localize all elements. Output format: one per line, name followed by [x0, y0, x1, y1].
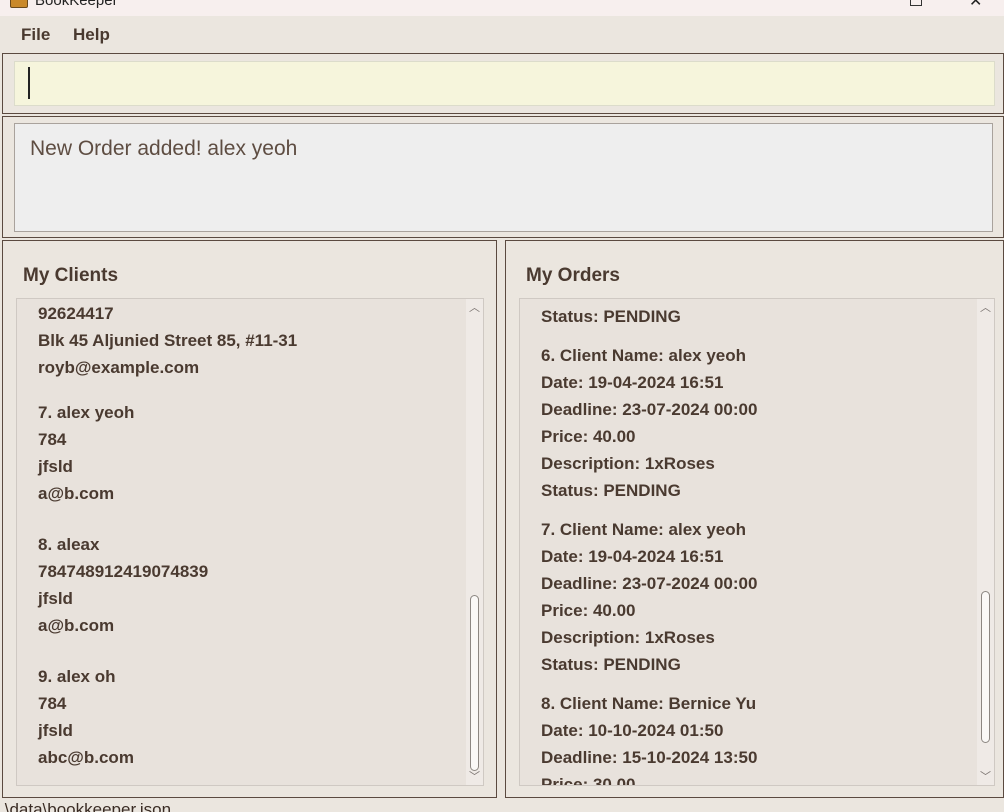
- client-email: a@b.com: [38, 616, 115, 635]
- order-card[interactable]: Status: PENDING: [541, 303, 757, 330]
- orders-panel-title: My Orders: [526, 265, 620, 286]
- client-phone: 784: [38, 430, 67, 449]
- order-deadline: Deadline: 15-10-2024 13:50: [541, 748, 758, 767]
- menu-help[interactable]: Help: [73, 25, 110, 45]
- client-card[interactable]: 9. alex oh 784 jfsld abc@b.com: [38, 663, 297, 771]
- client-list-content: 92624417 Blk 45 Aljunied Street 85, #11-…: [38, 300, 297, 771]
- text-caret: [28, 67, 30, 99]
- book-icon: [10, 0, 28, 8]
- scroll-thumb[interactable]: [470, 595, 479, 771]
- client-phone: 784: [38, 694, 67, 713]
- order-deadline: Deadline: 23-07-2024 00:00: [541, 574, 758, 593]
- client-card[interactable]: 7. alex yeoh 784 jfsld a@b.com: [38, 399, 297, 507]
- client-list-scrollbar[interactable]: ︿ ﹀: [466, 299, 483, 785]
- command-box: [2, 53, 1004, 114]
- result-message: New Order added! alex yeoh: [30, 137, 298, 160]
- client-card[interactable]: 92624417 Blk 45 Aljunied Street 85, #11-…: [38, 300, 297, 381]
- client-phone: 92624417: [38, 304, 114, 323]
- window-title: BookKeeper: [35, 0, 118, 9]
- order-client-name: 6. Client Name: alex yeoh: [541, 346, 747, 365]
- result-text-area[interactable]: New Order added! alex yeoh: [14, 123, 993, 232]
- order-client-name: 7. Client Name: alex yeoh: [541, 520, 747, 539]
- order-date: Date: 19-04-2024 16:51: [541, 547, 724, 566]
- chevron-up-icon[interactable]: ︿: [469, 302, 480, 313]
- order-list-content: Status: PENDING 6. Client Name: alex yeo…: [541, 303, 758, 786]
- command-input[interactable]: [14, 61, 995, 106]
- client-list[interactable]: 92624417 Blk 45 Aljunied Street 85, #11-…: [16, 298, 484, 786]
- status-bar: .\data\bookkeeper.json: [0, 798, 1004, 812]
- client-address: jfsld: [38, 721, 73, 740]
- client-email: royb@example.com: [38, 358, 200, 377]
- client-email: a@b.com: [38, 484, 115, 503]
- order-date: Date: 10-10-2024 01:50: [541, 721, 724, 740]
- order-price: Price: 40.00: [541, 601, 636, 620]
- client-card[interactable]: 8. aleax 784748912419074839 jfsld a@b.co…: [38, 531, 297, 639]
- order-card[interactable]: 8. Client Name: Bernice Yu Date: 10-10-2…: [541, 690, 758, 786]
- order-description: Description: 1xRoses: [541, 454, 715, 473]
- menu-bar: File Help: [0, 16, 1004, 53]
- order-date: Date: 19-04-2024 16:51: [541, 373, 724, 392]
- title-bar: BookKeeper ✕: [0, 0, 1004, 16]
- chevron-up-icon[interactable]: ︿: [980, 302, 991, 313]
- scroll-thumb[interactable]: [981, 591, 990, 743]
- order-deadline: Deadline: 23-07-2024 00:00: [541, 400, 758, 419]
- client-address: jfsld: [38, 589, 73, 608]
- order-card[interactable]: 7. Client Name: alex yeoh Date: 19-04-20…: [541, 516, 757, 678]
- client-email: abc@b.com: [38, 748, 134, 767]
- clients-panel: My Clients 92624417 Blk 45 Aljunied Stre…: [2, 240, 497, 798]
- order-price: Price: 40.00: [541, 427, 636, 446]
- order-status: Status: PENDING: [541, 307, 681, 326]
- data-file-path: .\data\bookkeeper.json: [0, 800, 172, 812]
- order-list[interactable]: Status: PENDING 6. Client Name: alex yeo…: [519, 298, 995, 786]
- order-card[interactable]: 6. Client Name: alex yeoh Date: 19-04-20…: [541, 342, 757, 504]
- orders-panel: My Orders Status: PENDING 6. Client Name…: [505, 240, 1004, 798]
- clients-panel-title: My Clients: [23, 265, 119, 286]
- menu-file[interactable]: File: [21, 25, 50, 45]
- client-address: Blk 45 Aljunied Street 85, #11-31: [38, 331, 298, 350]
- client-name: 8. aleax: [38, 535, 100, 554]
- order-price: Price: 30.00: [541, 775, 636, 786]
- client-name: 7. alex yeoh: [38, 403, 135, 422]
- client-name: 9. alex oh: [38, 667, 116, 686]
- order-client-name: 8. Client Name: Bernice Yu: [541, 694, 757, 713]
- chevron-down-icon[interactable]: ﹀: [469, 771, 480, 782]
- client-phone: 784748912419074839: [38, 562, 209, 581]
- client-address: jfsld: [38, 457, 73, 476]
- order-description: Description: 1xRoses: [541, 628, 715, 647]
- order-status: Status: PENDING: [541, 481, 681, 500]
- close-icon[interactable]: ✕: [969, 0, 982, 10]
- order-list-scrollbar[interactable]: ︿ ﹀: [977, 299, 994, 785]
- result-display: New Order added! alex yeoh: [2, 116, 1004, 238]
- maximize-icon[interactable]: [910, 0, 922, 6]
- chevron-down-icon[interactable]: ﹀: [980, 771, 991, 782]
- order-status: Status: PENDING: [541, 655, 681, 674]
